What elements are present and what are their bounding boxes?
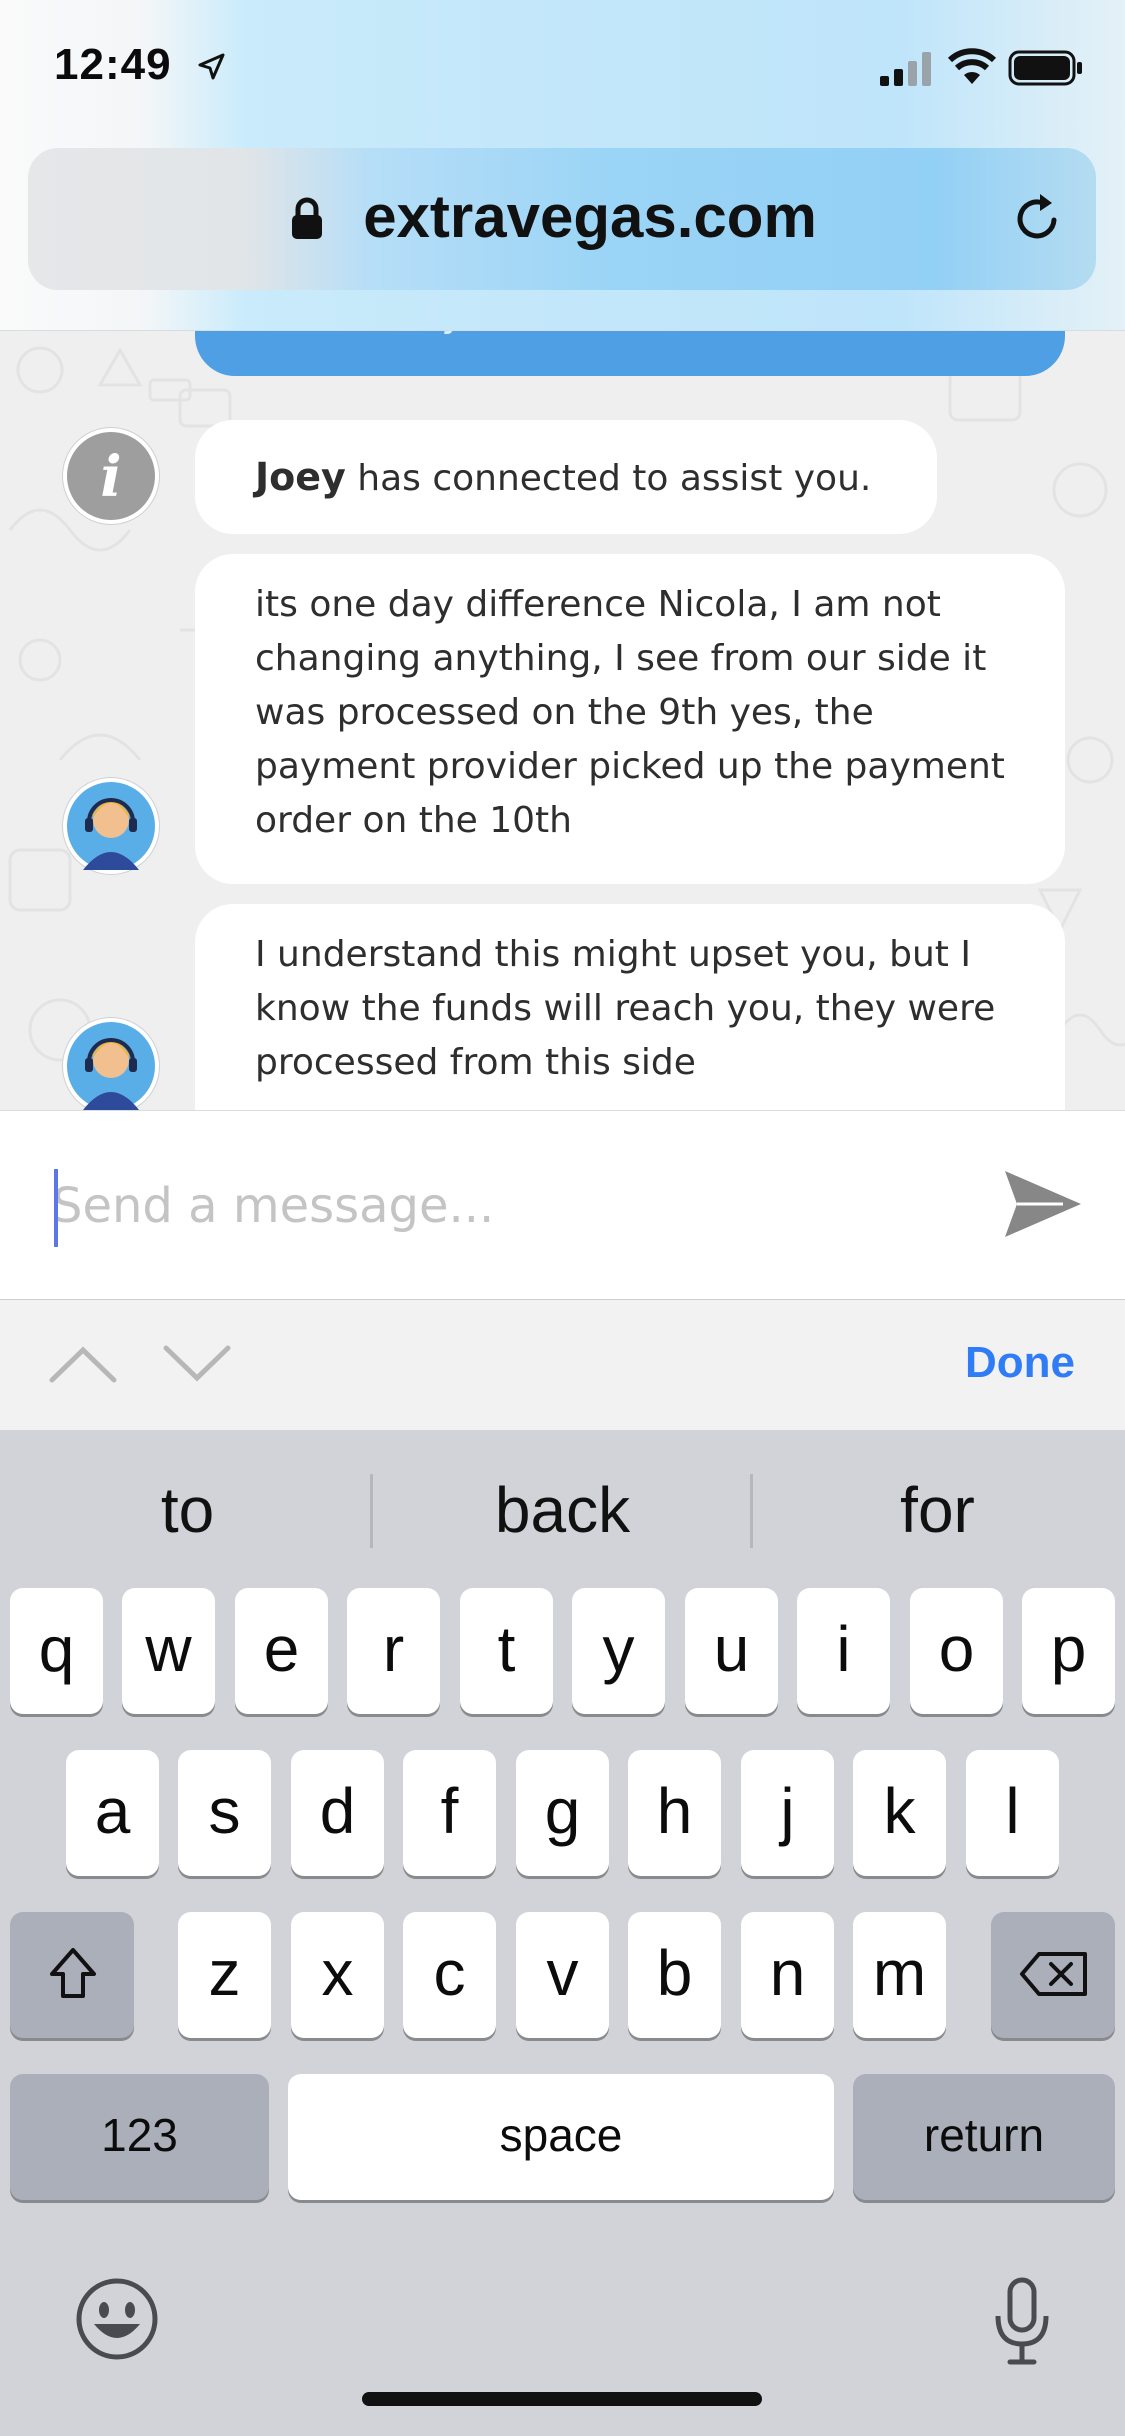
address-bar[interactable]: extravegas.com bbox=[28, 148, 1096, 290]
key-q[interactable]: q bbox=[10, 1588, 103, 1714]
agent-message-bubble: I understand this might upset you, but I… bbox=[195, 904, 1065, 1110]
chevron-down-icon[interactable] bbox=[162, 1342, 232, 1386]
user-message-text: answer my emails bbox=[255, 330, 601, 340]
suggestion-divider bbox=[370, 1474, 373, 1548]
key-i[interactable]: i bbox=[797, 1588, 890, 1714]
agent-message-bubble: its one day difference Nicola, I am not … bbox=[195, 554, 1065, 884]
send-icon[interactable] bbox=[1003, 1169, 1083, 1239]
key-o[interactable]: o bbox=[910, 1588, 1003, 1714]
text-cursor bbox=[54, 1169, 58, 1247]
agent-avatar-icon bbox=[63, 778, 159, 874]
key-r[interactable]: r bbox=[347, 1588, 440, 1714]
key-l[interactable]: l bbox=[966, 1750, 1059, 1876]
key-w[interactable]: w bbox=[122, 1588, 215, 1714]
shift-icon bbox=[50, 1948, 96, 1998]
status-time: 12:49 bbox=[54, 40, 172, 89]
key-h[interactable]: h bbox=[628, 1750, 721, 1876]
wifi-icon bbox=[948, 48, 996, 84]
key-e[interactable]: e bbox=[235, 1588, 328, 1714]
agent-avatar-icon bbox=[63, 1018, 159, 1110]
microphone-icon[interactable] bbox=[992, 2276, 1052, 2368]
key-y[interactable]: y bbox=[572, 1588, 665, 1714]
key-n[interactable]: n bbox=[741, 1912, 834, 2038]
suggestion-2[interactable]: back bbox=[375, 1430, 750, 1590]
message-composer bbox=[0, 1110, 1125, 1300]
key-k[interactable]: k bbox=[853, 1750, 946, 1876]
system-message-bubble: Joey has connected to assist you. bbox=[195, 420, 937, 534]
agent-name: Joey bbox=[255, 455, 346, 499]
agent-message-text: I understand this might upset you, but I… bbox=[255, 934, 996, 1083]
location-arrow-icon bbox=[198, 53, 225, 80]
suggestion-1[interactable]: to bbox=[0, 1430, 375, 1590]
key-v[interactable]: v bbox=[516, 1912, 609, 2038]
chat-transcript[interactable]: answer my emails i Joey has connected to… bbox=[0, 330, 1125, 1110]
key-f[interactable]: f bbox=[403, 1750, 496, 1876]
key-z[interactable]: z bbox=[178, 1912, 271, 2038]
key-x[interactable]: x bbox=[291, 1912, 384, 2038]
keyboard: to back for q w e r t y u i o p a s d f … bbox=[0, 1430, 1125, 2436]
user-message-bubble: answer my emails bbox=[195, 330, 1065, 376]
key-b[interactable]: b bbox=[628, 1912, 721, 2038]
agent-message-text: its one day difference Nicola, I am not … bbox=[255, 584, 1005, 841]
battery-icon bbox=[1008, 50, 1082, 86]
cellular-signal-icon bbox=[880, 52, 931, 86]
key-u[interactable]: u bbox=[685, 1588, 778, 1714]
chevron-up-icon[interactable] bbox=[48, 1342, 118, 1386]
key-j[interactable]: j bbox=[741, 1750, 834, 1876]
system-message-text: has connected to assist you. bbox=[357, 458, 872, 499]
space-key[interactable]: space bbox=[288, 2074, 834, 2200]
numbers-key[interactable]: 123 bbox=[10, 2074, 269, 2200]
url-text: extravegas.com bbox=[363, 183, 817, 250]
home-indicator[interactable] bbox=[362, 2392, 762, 2406]
done-button[interactable]: Done bbox=[965, 1338, 1075, 1388]
suggestion-3[interactable]: for bbox=[750, 1430, 1125, 1590]
info-icon: i bbox=[63, 428, 159, 524]
emoji-icon[interactable] bbox=[74, 2276, 160, 2362]
key-m[interactable]: m bbox=[853, 1912, 946, 2038]
backspace-icon bbox=[1020, 1952, 1087, 1996]
key-d[interactable]: d bbox=[291, 1750, 384, 1876]
backspace-key[interactable] bbox=[991, 1912, 1115, 2038]
return-key[interactable]: return bbox=[853, 2074, 1115, 2200]
key-t[interactable]: t bbox=[460, 1588, 553, 1714]
message-input[interactable] bbox=[50, 1157, 954, 1255]
key-s[interactable]: s bbox=[178, 1750, 271, 1876]
keyboard-accessory-bar: Done bbox=[0, 1300, 1125, 1430]
key-a[interactable]: a bbox=[66, 1750, 159, 1876]
key-g[interactable]: g bbox=[516, 1750, 609, 1876]
key-p[interactable]: p bbox=[1022, 1588, 1115, 1714]
shift-key[interactable] bbox=[10, 1912, 134, 2038]
reload-icon[interactable] bbox=[1010, 190, 1066, 246]
browser-top-bar: 12:49 extravegas.com bbox=[0, 0, 1125, 331]
status-bar: 12:49 bbox=[0, 0, 1125, 140]
key-c[interactable]: c bbox=[403, 1912, 496, 2038]
